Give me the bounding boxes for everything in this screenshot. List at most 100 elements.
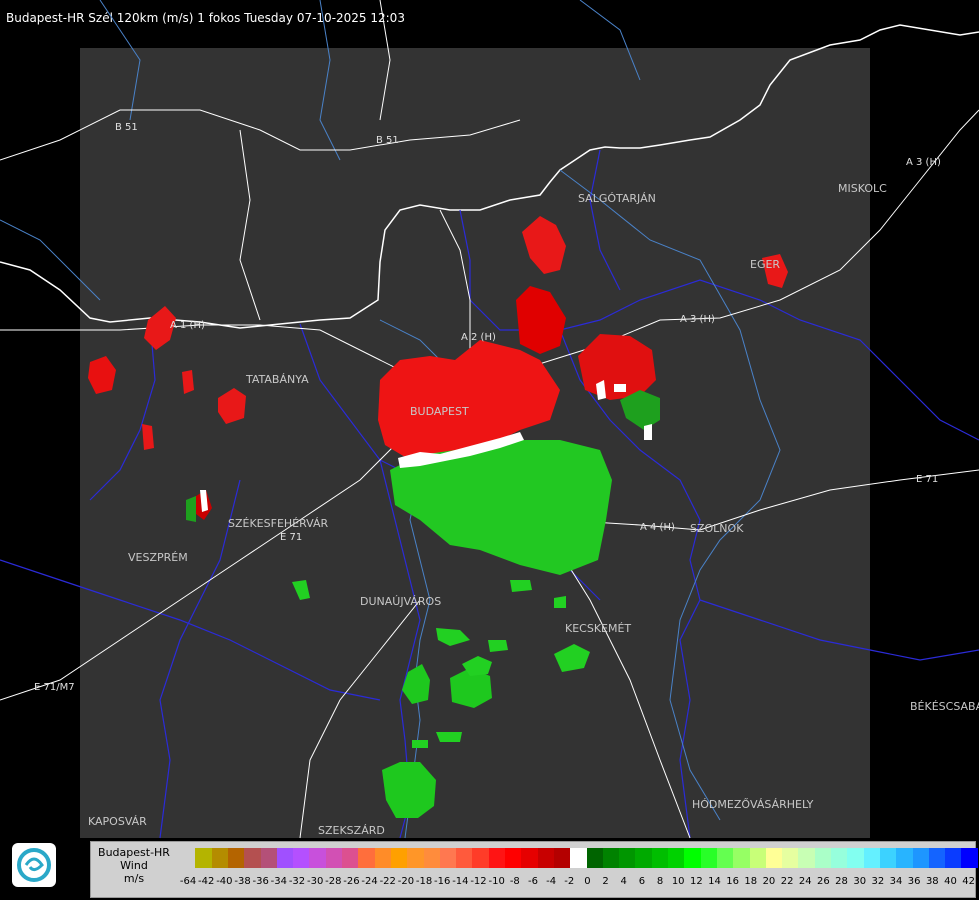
legend-swatch xyxy=(390,848,408,868)
legend-tick-label: 24 xyxy=(798,876,812,887)
road-label-9: E 71/M7 xyxy=(34,682,75,693)
legend-swatch xyxy=(928,848,946,868)
legend-tick-label: -14 xyxy=(452,876,469,887)
legend-tick-label: 18 xyxy=(744,876,758,887)
legend-swatch xyxy=(912,848,930,868)
road-label-6: A 4 (H) xyxy=(640,522,675,533)
legend-swatch xyxy=(863,848,881,868)
legend-swatch xyxy=(668,848,685,868)
road-label-5: A 3 (H) xyxy=(906,157,941,168)
legend-tick-label: 26 xyxy=(817,876,830,887)
city-label-8: DUNAÚJVÁROS xyxy=(360,595,441,608)
legend-tick-label: 42 xyxy=(962,876,975,887)
legend-tick-label: 36 xyxy=(907,876,921,887)
legend-swatch xyxy=(847,848,865,868)
legend-tick-label: 32 xyxy=(871,876,885,887)
road-label-4: A 3 (H) xyxy=(680,314,715,325)
city-label-4: BUDAPEST xyxy=(410,405,469,418)
city-label-10: BÉKÉSCSABA xyxy=(910,700,979,713)
legend-station: Budapest-HR xyxy=(98,846,170,859)
legend-swatch xyxy=(684,848,702,868)
legend-tick-label: -16 xyxy=(434,876,451,887)
legend-swatch xyxy=(342,848,359,868)
legend-swatch xyxy=(798,848,816,868)
road-label-2: A 1 (H) xyxy=(170,320,205,331)
legend-tick-label: -4 xyxy=(546,876,557,887)
city-label-3: TATABÁNYA xyxy=(245,373,309,386)
legend-swatch xyxy=(488,848,506,868)
legend-swatch xyxy=(325,848,343,868)
legend-swatch xyxy=(749,848,767,868)
legend-tick-label: -34 xyxy=(270,876,287,887)
legend-swatch xyxy=(831,848,848,868)
city-label-13: SZEKSZÁRD xyxy=(318,824,385,837)
legend-tick-label: -30 xyxy=(306,876,324,887)
city-label-6: SZOLNOK xyxy=(690,522,744,535)
legend-swatch xyxy=(896,848,914,868)
legend-swatch xyxy=(472,848,490,868)
legend-tick-label: 28 xyxy=(835,876,848,887)
legend-swatch xyxy=(814,848,832,868)
legend-unit: m/s xyxy=(123,872,145,885)
legend-swatch xyxy=(276,848,294,868)
legend-tick-label: -40 xyxy=(216,876,233,887)
city-label-5: SZÉKESFEHÉRVÁR xyxy=(228,517,329,530)
legend-swatch xyxy=(358,848,376,868)
legend-tick-label: 12 xyxy=(689,876,703,887)
legend-swatch xyxy=(961,848,979,868)
city-label-1: MISKOLC xyxy=(838,182,887,195)
legend-swatch xyxy=(619,848,637,868)
legend-swatch xyxy=(570,848,588,868)
legend-swatch xyxy=(553,848,571,868)
city-label-2: EGER xyxy=(750,258,780,271)
legend-tick-label: -28 xyxy=(325,876,342,887)
legend-swatch xyxy=(374,848,392,868)
legend-swatch xyxy=(179,848,196,868)
legend-tick-label: 6 xyxy=(638,876,646,887)
legend-swatch xyxy=(879,848,897,868)
legend-tick-label: 40 xyxy=(944,876,957,887)
legend-tick-label: -38 xyxy=(234,876,251,887)
legend-swatch xyxy=(456,848,474,868)
legend-tick-label: 4 xyxy=(620,876,627,887)
legend-label: Budapest-HR Wind m/s xyxy=(91,846,177,885)
legend-tick-label: 22 xyxy=(780,876,794,887)
legend-tick-label: -42 xyxy=(198,876,215,887)
legend-swatch xyxy=(945,848,963,868)
legend-tick-label: -10 xyxy=(488,876,505,887)
city-label-0: SALGÓTARJÁN xyxy=(578,192,656,205)
legend-swatch xyxy=(195,848,213,868)
road-label-7: E 71 xyxy=(916,474,938,485)
legend-swatch xyxy=(227,848,245,868)
legend-tick-label: 30 xyxy=(853,876,867,887)
legend-tick-label: 14 xyxy=(708,876,721,887)
legend-swatch xyxy=(782,848,800,868)
legend-quantity: Wind xyxy=(120,859,148,872)
legend-tick-label: 0 xyxy=(584,876,591,887)
legend-swatch xyxy=(244,848,262,868)
legend-tick-label: 16 xyxy=(726,876,740,887)
legend-tick-label: -26 xyxy=(343,876,360,887)
road-label-1: B 51 xyxy=(376,135,399,146)
legend-swatch xyxy=(716,848,734,868)
legend-tick-label: -18 xyxy=(415,876,433,887)
legend-swatch xyxy=(700,848,718,868)
legend-swatch xyxy=(586,848,604,868)
city-label-12: KAPOSVÁR xyxy=(88,815,147,828)
legend-tick-label: 10 xyxy=(671,876,685,887)
legend-swatch xyxy=(537,848,555,868)
legend-swatch xyxy=(505,848,522,868)
road-label-8: E 71 xyxy=(280,532,302,543)
legend-tick-label: -22 xyxy=(379,876,396,887)
legend-swatch xyxy=(293,848,311,868)
road-label-0: B 51 xyxy=(115,122,138,133)
legend-swatch xyxy=(733,848,751,868)
legend-swatch xyxy=(602,848,620,868)
legend-swatch xyxy=(765,848,783,868)
legend-swatch xyxy=(521,848,539,868)
legend-swatch xyxy=(635,848,653,868)
city-label-9: KECSKEMÉT xyxy=(565,622,631,635)
radar-map[interactable]: SALGÓTARJÁN MISKOLC EGER TATABÁNYA BUDAPEST S… xyxy=(0,0,979,840)
legend-swatch xyxy=(423,848,441,868)
legend-tick-label: 2 xyxy=(602,876,609,887)
